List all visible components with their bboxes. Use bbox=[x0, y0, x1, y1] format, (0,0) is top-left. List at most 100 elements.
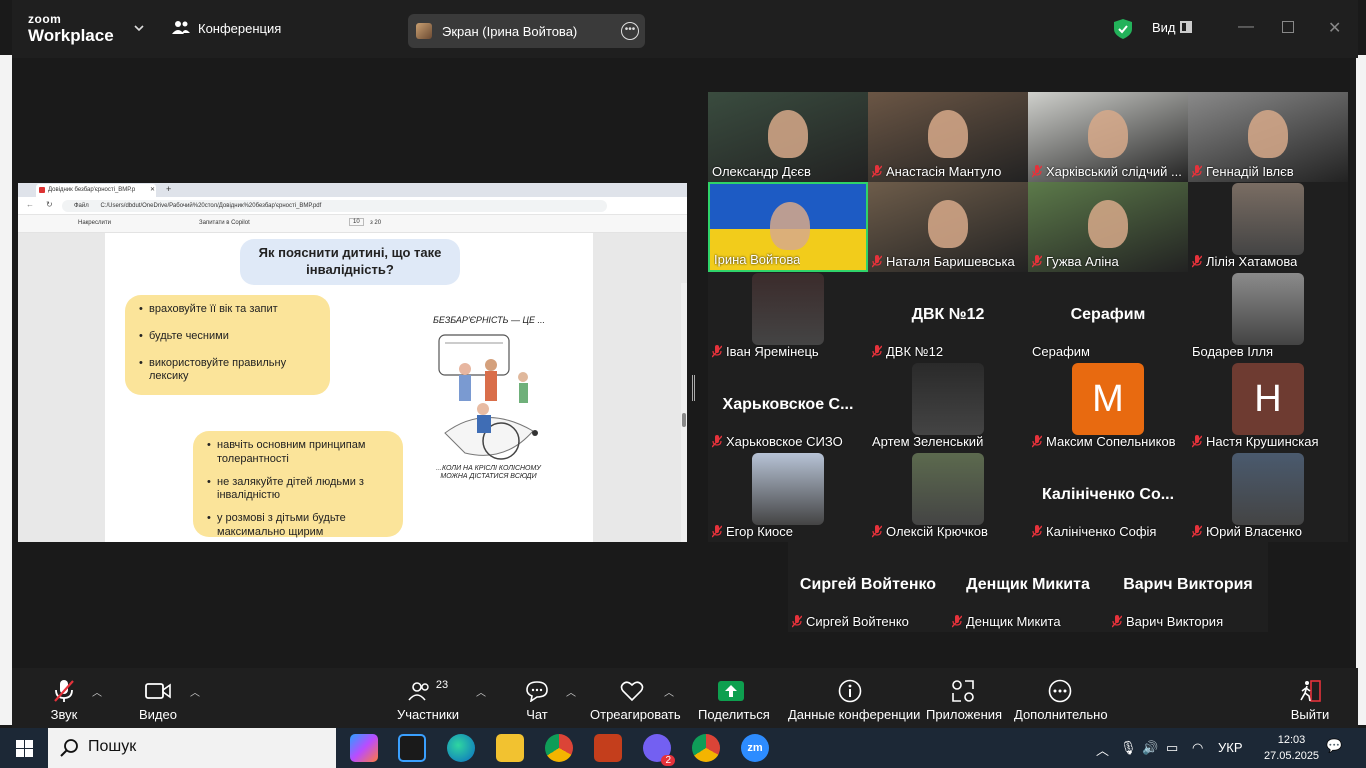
screen-share-indicator[interactable]: Экран (Ірина Войтова) ••• bbox=[408, 14, 645, 48]
participant-tile[interactable]: Ірина Войтова bbox=[708, 182, 868, 272]
more-options-icon[interactable]: ••• bbox=[621, 22, 639, 40]
participant-avatar: M bbox=[1072, 363, 1144, 435]
file-explorer-icon[interactable] bbox=[496, 734, 524, 762]
participant-tile[interactable]: Харківський слідчий ... bbox=[1028, 92, 1188, 182]
notifications-icon[interactable]: 💬 bbox=[1326, 738, 1342, 754]
leave-button[interactable]: Выйти bbox=[1288, 678, 1332, 722]
participant-tile[interactable]: Сиргей Войтенко Сиргей Войтенко bbox=[788, 542, 948, 632]
participant-tile[interactable]: Серафим Серафим bbox=[1028, 272, 1188, 362]
participant-tile[interactable]: Денщик Микита Денщик Микита bbox=[948, 542, 1108, 632]
draw-tool[interactable]: Накреслити bbox=[78, 220, 111, 226]
participant-name-label: Настя Крушинская bbox=[1192, 434, 1319, 449]
mic-muted-icon bbox=[1032, 435, 1043, 448]
participant-tile[interactable]: Калініченко Со... Калініченко Софія bbox=[1028, 452, 1188, 542]
taskbar-search[interactable]: Пошук bbox=[48, 728, 336, 768]
participant-tile[interactable]: Наталя Баришевська bbox=[868, 182, 1028, 272]
participant-photo bbox=[1232, 453, 1304, 525]
page-number-input[interactable]: 10 bbox=[349, 218, 364, 226]
chat-button[interactable]: Чат bbox=[522, 678, 552, 722]
close-icon[interactable]: ✕ bbox=[1328, 18, 1341, 38]
illustration-caption-bottom: ...КОЛИ НА КРІСЛІ КОЛІСНОМУ МОЖНА ДІСТАТ… bbox=[436, 465, 541, 481]
store-app-icon[interactable] bbox=[398, 734, 426, 762]
participant-tile[interactable]: Анастасія Мантуло bbox=[868, 92, 1028, 182]
react-button[interactable]: Отреагировать bbox=[590, 678, 681, 722]
participants-button[interactable]: 23 Участники bbox=[396, 678, 460, 722]
video-button[interactable]: Видео bbox=[136, 678, 180, 722]
participant-name-label: Артем Зеленський bbox=[872, 434, 983, 449]
react-options-caret-icon[interactable]: ︿ bbox=[664, 684, 674, 699]
participant-tile[interactable]: ДВК №12 ДВК №12 bbox=[868, 272, 1028, 362]
battery-icon[interactable]: ▭ bbox=[1166, 740, 1178, 756]
view-button[interactable]: Вид bbox=[1152, 20, 1176, 35]
info-label: Данные конференции bbox=[788, 707, 921, 722]
search-placeholder: Пошук bbox=[88, 738, 137, 755]
wifi-icon[interactable]: ◠ bbox=[1192, 740, 1203, 756]
participant-tile[interactable]: Гужва Аліна bbox=[1028, 182, 1188, 272]
volume-icon[interactable]: 🔊 bbox=[1142, 740, 1158, 756]
participant-silhouette bbox=[1248, 110, 1288, 158]
shield-check-icon[interactable] bbox=[1114, 19, 1132, 39]
windows-start-icon[interactable] bbox=[16, 740, 33, 757]
browser-tab[interactable]: Довідник безбар'єрності_ВМР.p bbox=[36, 184, 156, 197]
viber-app-icon[interactable]: 2 bbox=[643, 734, 675, 766]
zoom-app-icon[interactable]: zm bbox=[741, 734, 769, 762]
apps-icon bbox=[926, 678, 1000, 704]
audio-options-caret-icon[interactable]: ︿ bbox=[92, 684, 102, 699]
participant-display-name: Сиргей Войтенко bbox=[799, 576, 937, 593]
mic-tray-icon[interactable]: 🎙 bbox=[1120, 740, 1137, 756]
mic-muted-icon bbox=[712, 345, 723, 358]
back-icon[interactable]: ← bbox=[26, 200, 34, 209]
participant-gallery-overflow: Сиргей Войтенко Сиргей Войтенко Денщик Мик… bbox=[788, 542, 1268, 632]
participant-name-label: Харьковское СИЗО bbox=[712, 434, 843, 449]
participant-tile[interactable]: H Настя Крушинская bbox=[1188, 362, 1348, 452]
tray-overflow-icon[interactable]: ︿ bbox=[1096, 740, 1109, 759]
participant-tile[interactable]: Егор Киосе bbox=[708, 452, 868, 542]
participant-display-name: Денщик Микита bbox=[966, 576, 1090, 593]
share-screen-button[interactable]: Поделиться bbox=[698, 678, 770, 722]
apps-button[interactable]: Приложения bbox=[926, 678, 1002, 722]
participant-tile[interactable]: Артем Зеленський bbox=[868, 362, 1028, 452]
participant-tile[interactable]: Іван Яремінець bbox=[708, 272, 868, 362]
url-field[interactable]: Файл C:/Users/dbdut/OneDrive/Рабочий%20с… bbox=[62, 200, 607, 212]
video-camera-icon bbox=[136, 678, 180, 704]
powerpoint-app-icon[interactable] bbox=[594, 734, 622, 762]
participant-name: Сиргей Войтенко bbox=[806, 614, 909, 629]
pdf-scrollbar[interactable] bbox=[681, 283, 687, 542]
minimize-icon[interactable]: — bbox=[1238, 18, 1254, 36]
participant-tile[interactable]: Варич Виктория Варич Виктория bbox=[1108, 542, 1268, 632]
chrome-profile-app-icon[interactable] bbox=[692, 734, 720, 762]
participant-tile[interactable]: Геннадій Івлєв bbox=[1188, 92, 1348, 182]
copilot-button[interactable]: Запитати в Copilot bbox=[199, 220, 250, 226]
zoom-window: zoom Workplace Конференция Экран (Ірина … bbox=[0, 0, 1366, 768]
language-indicator[interactable]: УКР bbox=[1218, 740, 1243, 755]
edge-app-icon[interactable] bbox=[447, 734, 475, 762]
participant-tile[interactable]: Лілія Хатамова bbox=[1188, 182, 1348, 272]
more-button[interactable]: Дополнительно bbox=[1014, 678, 1108, 722]
audio-button[interactable]: Звук bbox=[42, 678, 86, 722]
chat-options-caret-icon[interactable]: ︿ bbox=[566, 684, 576, 699]
pdf-viewport[interactable]: Як пояснити дитині, що таке інвалідність… bbox=[18, 233, 687, 542]
participants-options-caret-icon[interactable]: ︿ bbox=[476, 684, 486, 699]
refresh-icon[interactable]: ↻ bbox=[46, 200, 53, 209]
new-tab-icon[interactable]: + bbox=[166, 184, 171, 194]
tab-close-icon[interactable]: ✕ bbox=[150, 186, 155, 193]
participant-tile[interactable]: M Максим Сопельников bbox=[1028, 362, 1188, 452]
view-layout-icon[interactable] bbox=[1180, 21, 1192, 33]
maximize-icon[interactable] bbox=[1282, 21, 1294, 33]
participant-tile[interactable]: Харьковское С... Харьковское СИЗО bbox=[708, 362, 868, 452]
copilot-app-icon[interactable] bbox=[350, 734, 378, 762]
meeting-info-button[interactable]: Данные конференции bbox=[788, 678, 921, 722]
split-handle[interactable] bbox=[692, 375, 695, 401]
participant-tile[interactable]: Олексій Крючков bbox=[868, 452, 1028, 542]
tips-box-top: враховуйте її вік та запит будьте чесним… bbox=[125, 295, 330, 395]
participant-tile[interactable]: Юрий Власенко bbox=[1188, 452, 1348, 542]
video-options-caret-icon[interactable]: ︿ bbox=[190, 684, 200, 699]
conference-tab[interactable]: Конференция bbox=[172, 19, 281, 38]
participant-tile[interactable]: Бодарев Ілля bbox=[1188, 272, 1348, 362]
tip-item: у розмові з дітьми будьте максимально щи… bbox=[205, 512, 393, 540]
participant-name-label: Серафим bbox=[1032, 344, 1090, 359]
chrome-app-icon[interactable] bbox=[545, 734, 573, 762]
participant-tile[interactable]: Олександр Дєєв bbox=[708, 92, 868, 182]
chevron-down-icon[interactable] bbox=[134, 21, 144, 35]
taskbar-clock[interactable]: 12:03 27.05.2025 bbox=[1264, 732, 1319, 764]
